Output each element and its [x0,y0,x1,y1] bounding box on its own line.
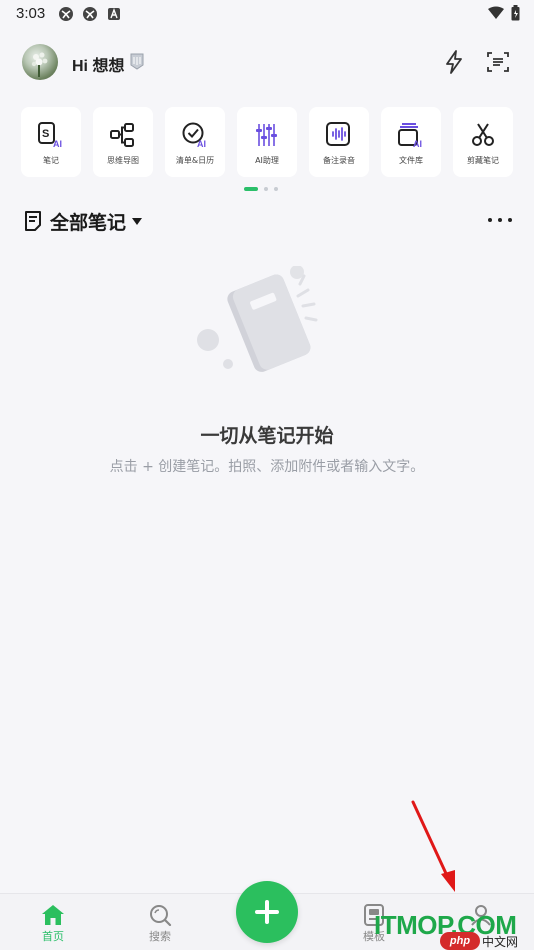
scissors-icon [472,123,494,146]
quick-tools-row: S AI 笔记 思维导图 AI 清单&日历 AI助理 备注录音 AI 文件库 剪… [21,107,513,177]
avatar-photo [31,52,48,77]
status-bar: 3:03 [0,0,534,28]
tools-pager-dots [244,187,278,191]
plus-icon [255,900,279,924]
pager-dot-active [244,187,258,191]
chevron-down-icon [132,217,143,225]
svg-text:S: S [42,128,49,140]
more-dot [488,218,492,222]
nav-search[interactable]: 搜索 [130,904,190,944]
member-badge-icon[interactable] [130,53,144,70]
watermark-php-logo: php [440,932,480,950]
svg-text:AI: AI [53,139,62,149]
empty-state-title: 一切从笔记开始 [200,425,334,447]
tool-file-library[interactable]: AI 文件库 [381,107,441,177]
svg-text:AI: AI [413,139,422,149]
mindmap-icon [110,123,134,147]
tool-voice-record[interactable]: 备注录音 [309,107,369,177]
equalizer-icon [256,124,277,146]
notes-list-icon [25,211,41,231]
section-title: 全部笔记 [50,211,127,234]
lightning-icon [446,50,462,74]
search-icon [150,905,172,926]
tool-label: 剪藏笔记 [467,156,499,165]
greeting-text: Hi 想想 [72,58,125,75]
svg-text:AI: AI [197,139,206,149]
checklist-ai-icon: AI [182,122,206,149]
more-options-button[interactable] [488,210,512,230]
empty-notebook-illustration [197,266,318,372]
tool-label: 文件库 [399,156,423,165]
status-time: 3:03 [16,5,46,22]
tool-label: 思维导图 [107,156,139,165]
tool-label: 笔记 [43,156,59,165]
status-system-icons [487,5,520,21]
flash-button[interactable] [440,48,468,76]
tool-ai-assistant[interactable]: AI助理 [237,107,297,177]
pager-dot [274,187,278,191]
tool-checklist-calendar[interactable]: AI 清单&日历 [165,107,225,177]
watermark-cn-text: 中文网 [482,935,519,949]
notification-app-icon [83,7,97,21]
tool-label: 备注录音 [323,156,355,165]
create-note-fab[interactable] [236,881,298,943]
more-dot [498,218,502,222]
notes-filter-dropdown[interactable]: 全部笔记 [24,208,143,234]
file-library-ai-icon: AI [398,123,422,149]
tool-note[interactable]: S AI 笔记 [21,107,81,177]
notification-app-icon [59,7,73,21]
home-icon [42,905,64,925]
notification-a-icon [108,8,120,20]
scan-icon [487,52,509,72]
avatar[interactable] [22,44,58,80]
tool-mindmap[interactable]: 思维导图 [93,107,153,177]
voice-record-icon [326,122,350,146]
wifi-icon [488,6,504,19]
tool-label: 清单&日历 [175,156,215,165]
pager-dot [264,187,268,191]
ai-note-icon: S AI [38,122,62,149]
nav-label: 搜索 [149,930,171,943]
tool-label: AI助理 [255,156,279,165]
nav-label: 首页 [42,930,64,943]
nav-home[interactable]: 首页 [23,904,83,944]
status-notification-icons [58,6,122,22]
battery-icon [511,5,520,21]
tool-clip-note[interactable]: 剪藏笔记 [453,107,513,177]
scan-button[interactable] [484,48,512,76]
more-dot [508,218,512,222]
red-arrow-annotation [411,800,455,892]
empty-state-subtitle: 点击 + 创建笔记。拍照、添加附件或者输入文字。 [109,459,425,475]
app-header: Hi 想想 [0,40,534,84]
